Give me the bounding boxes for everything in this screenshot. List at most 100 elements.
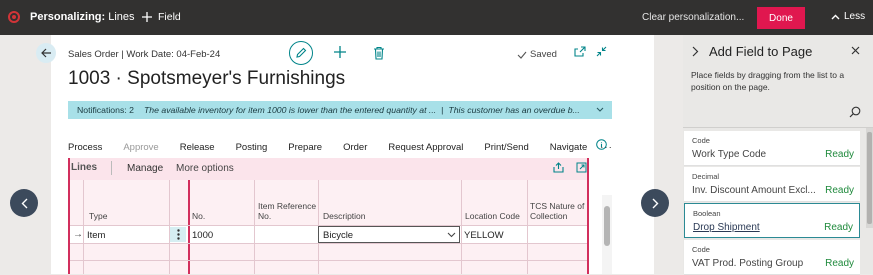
column-divider [527, 226, 528, 243]
column-header-location-code[interactable]: Location Code [465, 211, 520, 221]
back-button[interactable] [36, 43, 56, 63]
field-status: Ready [825, 258, 854, 269]
column-header-no[interactable]: No. [192, 211, 205, 221]
notification-bar[interactable]: Notifications: 2 The available inventory… [68, 101, 612, 119]
arrow-left-icon [40, 48, 51, 58]
plus-icon [142, 12, 152, 22]
column-header-description[interactable]: Description [323, 211, 366, 221]
open-new-window-button[interactable] [574, 46, 586, 57]
previous-record-button[interactable] [10, 189, 38, 217]
row-divider [70, 243, 587, 244]
panel-description: Place fields by dragging from the list t… [691, 70, 845, 92]
new-button[interactable] [333, 45, 347, 59]
divider [683, 127, 873, 128]
next-record-button[interactable] [641, 189, 669, 217]
panel-scrollbar-thumb[interactable] [867, 132, 872, 224]
field-item[interactable]: Code VAT Prod. Posting Group Ready [684, 240, 860, 275]
column-divider [254, 226, 255, 243]
cell-type[interactable]: Item [87, 230, 105, 241]
field-status: Ready [824, 222, 853, 233]
pencil-icon [296, 47, 307, 58]
cell-location-code[interactable]: YELLOW [464, 230, 504, 241]
chevron-right-icon [652, 198, 658, 208]
description-value: Bicycle [323, 230, 354, 241]
info-button[interactable] [596, 139, 607, 150]
field-type: Code [692, 136, 710, 145]
share-button[interactable] [553, 162, 564, 173]
open-in-new-window-icon [574, 46, 586, 57]
row-actions-button[interactable] [170, 227, 186, 242]
column-header-type[interactable]: Type [89, 211, 107, 221]
notification-message[interactable]: This customer has an overdue b... [448, 105, 579, 115]
notification-separator: | [441, 105, 444, 115]
close-icon [851, 46, 860, 55]
field-status: Ready [825, 149, 854, 160]
expand-icon [576, 162, 587, 173]
lines-grid: Type No. Item Reference No. Description L… [70, 180, 587, 274]
page-title: 1003 · Spotsmeyer's Furnishings [68, 68, 346, 89]
notification-count: Notifications: 2 [77, 105, 134, 115]
kebab-menu-icon [176, 229, 180, 240]
action-process[interactable]: Process [68, 142, 102, 153]
action-order[interactable]: Order [343, 142, 367, 153]
chevron-right-icon [692, 46, 699, 57]
add-field-label: Field [158, 11, 181, 23]
search-button[interactable] [849, 106, 861, 118]
delete-button[interactable] [373, 46, 386, 60]
manage-button[interactable]: Manage [127, 163, 163, 174]
notification-message[interactable]: The available inventory for item 1000 is… [144, 105, 436, 115]
done-button[interactable]: Done [757, 7, 805, 29]
edit-button[interactable] [289, 41, 313, 65]
less-button[interactable]: Less [831, 11, 865, 22]
field-name: VAT Prod. Posting Group [692, 258, 804, 269]
column-header-tcs-nature[interactable]: TCS Nature of Collection [530, 201, 584, 221]
column-header-item-reference[interactable]: Item Reference No. [258, 201, 316, 221]
field-status: Ready [825, 185, 854, 196]
panel-title: Add Field to Page [709, 44, 813, 59]
chevron-down-icon [596, 107, 604, 112]
action-approve[interactable]: Approve [123, 142, 158, 153]
field-item[interactable]: Code Work Type Code Ready [684, 131, 860, 166]
action-navigate[interactable]: Navigate [550, 142, 588, 153]
share-icon [553, 162, 564, 173]
column-divider [83, 226, 84, 243]
lines-subpage: Lines Manage More options Type No. Item … [68, 158, 589, 274]
close-panel-button[interactable] [851, 46, 860, 55]
lines-title: Lines [71, 162, 98, 173]
row-divider [70, 260, 587, 261]
expand-button[interactable] [576, 162, 587, 173]
action-print-send[interactable]: Print/Send [484, 142, 528, 153]
clear-personalization-link[interactable]: Clear personalization... [642, 12, 744, 23]
search-icon [849, 106, 861, 118]
more-options-button[interactable]: More options [176, 163, 234, 174]
field-item[interactable]: Decimal Inv. Discount Amount Excl... Rea… [684, 167, 860, 202]
collapse-button[interactable] [596, 46, 607, 57]
info-icon [596, 139, 607, 150]
add-field-button[interactable]: Field [142, 11, 181, 23]
saved-label: Saved [530, 49, 557, 60]
trash-icon [374, 46, 384, 60]
action-prepare[interactable]: Prepare [288, 142, 322, 153]
field-item-selected[interactable]: Boolean Drop Shipment Ready [684, 203, 860, 238]
field-name: Work Type Code [692, 149, 767, 160]
less-label: Less [844, 11, 866, 22]
action-request-approval[interactable]: Request Approval [388, 142, 463, 153]
current-row-arrow-icon: → [73, 229, 83, 240]
field-type: Decimal [692, 172, 720, 181]
description-select[interactable]: Bicycle [318, 226, 460, 243]
collapse-panel-button[interactable] [692, 46, 699, 57]
action-posting[interactable]: Posting [236, 142, 268, 153]
saved-status: Saved [517, 49, 557, 60]
personalization-bar: Personalizing: Lines Field Clear persona… [0, 0, 873, 35]
action-bar: Process Approve Release Posting Prepare … [68, 140, 634, 154]
cell-no[interactable]: 1000 [192, 230, 213, 241]
field-name: Inv. Discount Amount Excl... [692, 185, 816, 196]
notification-expand-button[interactable] [596, 107, 604, 112]
field-name[interactable]: Drop Shipment [693, 222, 760, 233]
chevron-down-icon [447, 232, 456, 238]
action-release[interactable]: Release [180, 142, 215, 153]
personalizing-title: Personalizing: Lines [30, 11, 135, 23]
page-scrollbar-thumb[interactable] [604, 206, 610, 246]
chevron-up-icon [831, 14, 840, 19]
breadcrumb: Sales Order | Work Date: 04-Feb-24 [68, 49, 221, 60]
